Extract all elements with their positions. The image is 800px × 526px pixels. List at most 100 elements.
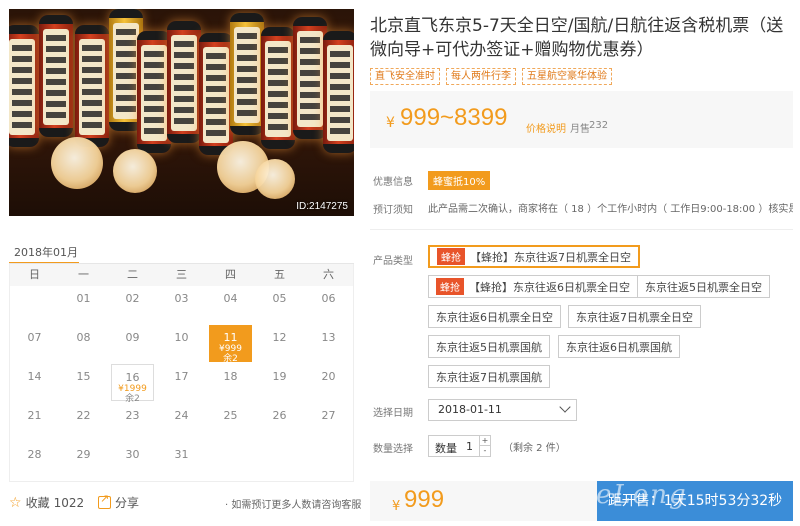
product-title: 北京直飞东京5-7天全日空/国航/日航往返含税机票（送微向导+可代办签证+赠购物…	[370, 16, 784, 60]
decrement-button[interactable]: -	[479, 446, 490, 456]
calendar: 日 一 二 三 四 五 六 01 02 03 04 05 06 07 08 09 10 11 ¥999…	[9, 264, 354, 484]
calendar-month: 2018年01月	[14, 246, 78, 259]
promo-label: 优惠信息	[373, 177, 413, 188]
calendar-day[interactable]: 12	[255, 325, 304, 364]
promo-badge: 蜂蜜抵10%	[428, 171, 491, 190]
date-select[interactable]: 2018-01-11	[428, 399, 577, 421]
day-number: 27	[321, 409, 336, 422]
calendar-day[interactable]: 16 ¥1999 余2	[111, 364, 154, 404]
feature-tag: 每人两件行李	[446, 68, 516, 85]
favorite-button[interactable]: ☆ 收藏 1022	[9, 494, 84, 511]
calendar-day[interactable]: 22	[59, 403, 108, 442]
calendar-day[interactable]: 03	[157, 286, 206, 325]
day-number: 26	[272, 409, 287, 422]
calendar-day	[304, 442, 353, 481]
calendar-day[interactable]: 19	[255, 364, 304, 403]
star-icon: ☆	[9, 494, 22, 511]
product-option[interactable]: 蜂抢 【蜂抢】东京往返6日机票全日空	[428, 275, 638, 298]
calendar-day[interactable]: 11 ¥999 余2	[209, 325, 252, 364]
calendar-day[interactable]: 09	[108, 325, 157, 364]
day-number: 15	[76, 370, 91, 383]
countdown-buy-button[interactable]: 距开售：1天15时53分32秒	[597, 481, 793, 521]
calendar-days: 01 02 03 04 05 06 07 08 09 10 11 ¥999 余2 12 13 14 15 16 ¥1…	[9, 286, 354, 482]
day-number: 31	[174, 448, 189, 461]
calendar-day[interactable]: 28	[10, 442, 59, 481]
calendar-day[interactable]: 13	[304, 325, 353, 364]
notice-label: 预订须知	[373, 205, 413, 216]
lanterns-illustration	[9, 9, 354, 155]
weekday: 五	[274, 268, 285, 281]
product-option[interactable]: 东京往返7日机票国航	[428, 365, 550, 388]
day-number: 03	[174, 292, 189, 305]
calendar-day[interactable]: 05	[255, 286, 304, 325]
day-number: 25	[223, 409, 238, 422]
chevron-down-icon	[559, 401, 571, 413]
calendar-day[interactable]: 07	[10, 325, 59, 364]
calendar-day[interactable]: 29	[59, 442, 108, 481]
weekday: 一	[78, 268, 89, 281]
product-option-label: 东京往返7日机票全日空	[576, 310, 693, 324]
calendar-day[interactable]: 01	[59, 286, 108, 325]
calendar-day[interactable]: 17	[157, 364, 206, 403]
calendar-day	[206, 442, 255, 481]
product-option-label: 【蜂抢】东京往返7日机票全日空	[470, 250, 631, 264]
day-number: 14	[27, 370, 42, 383]
weekday: 四	[225, 268, 236, 281]
quantity-label: 数量选择	[373, 444, 413, 455]
price-description-link[interactable]: 价格说明	[526, 120, 566, 135]
quantity-stepper[interactable]: 数量 1 + -	[428, 435, 491, 457]
quantity-field-label: 数量	[435, 442, 457, 455]
day-number: 19	[272, 370, 287, 383]
monthly-sales-label: 月售	[570, 124, 590, 135]
calendar-day[interactable]: 15	[59, 364, 108, 403]
product-option[interactable]: 东京往返6日机票国航	[558, 335, 680, 358]
calendar-day[interactable]: 23	[108, 403, 157, 442]
product-photo: ID:2147275	[9, 9, 354, 216]
calendar-day[interactable]: 02	[108, 286, 157, 325]
monthly-sales-count: 232	[589, 120, 609, 131]
day-price: ¥999	[219, 344, 242, 354]
calendar-day[interactable]: 31	[157, 442, 206, 481]
calendar-day[interactable]: 04	[206, 286, 255, 325]
calendar-day[interactable]: 25	[206, 403, 255, 442]
calendar-day[interactable]: 30	[108, 442, 157, 481]
weekday: 六	[323, 268, 334, 281]
quantity-value[interactable]: 1	[466, 440, 473, 453]
purchase-currency: ¥	[392, 499, 401, 514]
flash-sale-badge: 蜂抢	[437, 248, 465, 265]
calendar-day[interactable]: 24	[157, 403, 206, 442]
price-panel: ¥ 999~8399 价格说明 月售 232	[370, 91, 793, 148]
product-option[interactable]: 东京往返5日机票全日空	[637, 275, 770, 298]
calendar-day[interactable]: 14	[10, 364, 59, 403]
remaining-stock: （剩余 2 件）	[503, 443, 566, 454]
day-number: 18	[223, 370, 238, 383]
notice-text: 此产品需二次确认，商家将在（ 18 ）个工作小时内（ 工作日9:00-18:00…	[428, 204, 793, 215]
calendar-day[interactable]: 06	[304, 286, 353, 325]
calendar-day[interactable]: 21	[10, 403, 59, 442]
product-option[interactable]: 东京往返7日机票全日空	[568, 305, 701, 328]
calendar-day[interactable]: 08	[59, 325, 108, 364]
calendar-day[interactable]: 10	[157, 325, 206, 364]
day-number: 30	[125, 448, 140, 461]
calendar-day[interactable]: 27	[304, 403, 353, 442]
consult-link[interactable]: · 如需预订更多人数请咨询客服	[225, 496, 361, 511]
day-number: 11	[223, 331, 238, 344]
calendar-weekdays: 日 一 二 三 四 五 六	[9, 264, 354, 286]
day-number: 04	[223, 292, 238, 305]
day-number: 13	[321, 331, 336, 344]
day-number: 02	[125, 292, 140, 305]
product-type-label: 产品类型	[373, 256, 413, 267]
product-option[interactable]: 东京往返6日机票全日空	[428, 305, 561, 328]
product-option-label: 东京往返6日机票国航	[566, 340, 672, 354]
day-number: 23	[125, 409, 140, 422]
day-number: 12	[272, 331, 287, 344]
calendar-day[interactable]: 26	[255, 403, 304, 442]
increment-button[interactable]: +	[479, 436, 490, 446]
calendar-day[interactable]: 18	[206, 364, 255, 403]
day-number: 29	[76, 448, 91, 461]
calendar-day[interactable]: 20	[304, 364, 353, 403]
share-button[interactable]: 分享	[98, 492, 139, 511]
product-option[interactable]: 蜂抢 【蜂抢】东京往返7日机票全日空	[428, 245, 640, 268]
day-number: 06	[321, 292, 336, 305]
product-option[interactable]: 东京往返5日机票国航	[428, 335, 550, 358]
